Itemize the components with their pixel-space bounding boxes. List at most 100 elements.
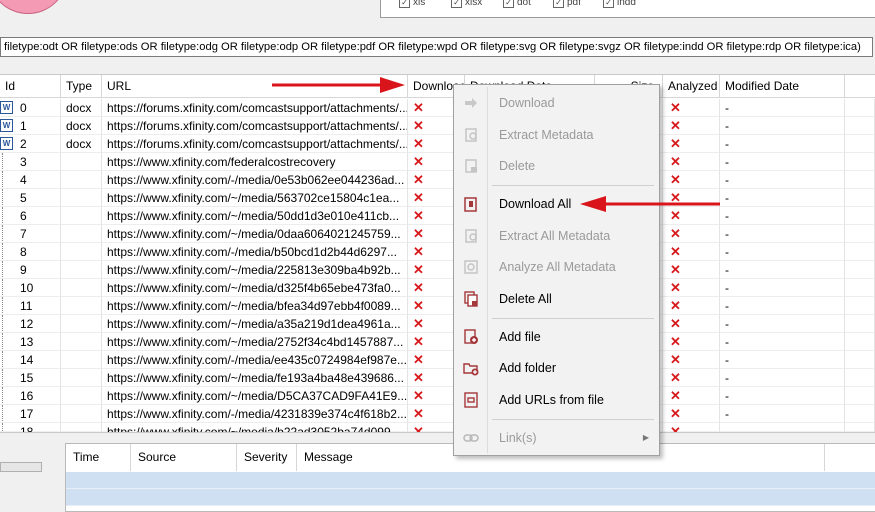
ext-checkbox-xls[interactable]: ✓ xls <box>399 0 425 8</box>
table-row[interactable]: 14 https://www.xfinity.com/-/media/ee435c… <box>0 351 875 369</box>
menu-item-delete-all[interactable]: Delete All <box>454 286 659 312</box>
table-row[interactable]: 15 https://www.xfinity.com/~/media/fe193a… <box>0 369 875 387</box>
tree-line <box>2 261 11 278</box>
table-row[interactable]: W 0 docx https://forums.xfinity.com/comcast… <box>0 99 875 117</box>
cell-url: https://www.xfinity.com/-/media/4231839e… <box>102 405 408 423</box>
cell-filler <box>845 315 875 333</box>
side-panel-scroll[interactable] <box>0 462 42 472</box>
table-row[interactable]: 4 https://www.xfinity.com/-/media/0e53b06… <box>0 171 875 189</box>
cell-type <box>61 261 102 279</box>
cell-url: https://www.xfinity.com/~/media/d325f4b6… <box>102 279 408 297</box>
cell-modified-date: - <box>720 405 845 423</box>
menu-item-label: Add folder <box>499 361 556 375</box>
log-row[interactable] <box>66 489 875 506</box>
menu-item-extract-metadata[interactable]: Extract Metadata <box>454 122 659 148</box>
cell-url: https://www.xfinity.com/~/media/225813e3… <box>102 261 408 279</box>
results-grid[interactable]: Id Type URL Download Download Date Size … <box>0 74 875 441</box>
table-row[interactable]: W 2 docx https://forums.xfinity.com/comcast… <box>0 135 875 153</box>
menu-item-label: Download All <box>499 197 572 211</box>
cell-analyzed: ✕ <box>663 351 720 369</box>
cell-filler <box>845 189 875 207</box>
row-id-text: 10 <box>20 281 34 295</box>
tree-line <box>2 405 11 422</box>
cell-id: 14 <box>0 351 61 369</box>
column-header-analyzed[interactable]: Analyzed <box>663 75 720 98</box>
log-header-source[interactable]: Source <box>131 444 237 471</box>
cell-id: 4 <box>0 171 61 189</box>
delete-icon <box>465 159 477 173</box>
menu-item-analyze-all-metadata[interactable]: Analyze All Metadata <box>454 254 659 280</box>
menu-item-add-folder[interactable]: Add folder <box>454 355 659 381</box>
cell-filler <box>845 279 875 297</box>
checkbox-icon: ✓ <box>451 0 462 8</box>
cell-modified-date: - <box>720 261 845 279</box>
cell-id: 3 <box>0 153 61 171</box>
column-header-type[interactable]: Type <box>61 75 102 98</box>
tree-line <box>2 297 11 314</box>
menu-item-download-all[interactable]: Download All <box>454 191 659 217</box>
table-row[interactable]: 8 https://www.xfinity.com/-/media/b50bcd1… <box>0 243 875 261</box>
cell-type: docx <box>61 117 102 135</box>
ext-checkbox-indd[interactable]: ✓ indd <box>603 0 636 8</box>
checkbox-icon: ✓ <box>603 0 614 8</box>
word-doc-icon: W <box>0 101 13 114</box>
table-row[interactable]: 6 https://www.xfinity.com/~/media/50dd1d3… <box>0 207 875 225</box>
table-row[interactable]: 10 https://www.xfinity.com/~/media/d325f4… <box>0 279 875 297</box>
extract-all-metadata-icon <box>465 229 477 243</box>
word-doc-icon: W <box>0 119 13 132</box>
tree-line <box>2 387 11 404</box>
menu-item-links[interactable]: Link(s) ▶ <box>454 425 659 451</box>
cell-analyzed: ✕ <box>663 99 720 117</box>
cell-analyzed: ✕ <box>663 171 720 189</box>
row-id-text: 5 <box>20 191 27 205</box>
cell-modified-date: - <box>720 225 845 243</box>
table-row[interactable]: 17 https://www.xfinity.com/-/media/423183… <box>0 405 875 423</box>
menu-item-add-file[interactable]: Add file <box>454 324 659 350</box>
cell-filler <box>845 225 875 243</box>
log-header-severity[interactable]: Severity <box>237 444 297 471</box>
table-row[interactable]: 5 https://www.xfinity.com/~/media/563702c… <box>0 189 875 207</box>
log-row[interactable] <box>66 472 875 489</box>
download-arrow-icon <box>465 98 477 108</box>
table-row[interactable]: 7 https://www.xfinity.com/~/media/0daa606… <box>0 225 875 243</box>
column-header-filler <box>845 75 875 98</box>
menu-item-label: Analyze All Metadata <box>499 260 616 274</box>
ext-checkbox-dot[interactable]: ✓ dot <box>503 0 531 8</box>
menu-item-download[interactable]: Download <box>454 90 659 116</box>
table-row[interactable]: 16 https://www.xfinity.com/~/media/D5CA37… <box>0 387 875 405</box>
menu-item-label: Download <box>499 96 555 110</box>
log-header-time[interactable]: Time <box>66 444 131 471</box>
tree-line <box>2 225 11 242</box>
checkbox-icon: ✓ <box>553 0 564 8</box>
tree-line <box>2 171 11 188</box>
cell-analyzed: ✕ <box>663 279 720 297</box>
table-row[interactable]: 11 https://www.xfinity.com/~/media/bfea34… <box>0 297 875 315</box>
cell-modified-date: - <box>720 99 845 117</box>
menu-item-extract-all-metadata[interactable]: Extract All Metadata <box>454 223 659 249</box>
row-id-text: 6 <box>20 209 27 223</box>
menu-item-delete[interactable]: Delete <box>454 153 659 179</box>
cell-url: https://www.xfinity.com/federalcostrecov… <box>102 153 408 171</box>
ext-checkbox-pdf[interactable]: ✓ pdf <box>553 0 581 8</box>
menu-item-add-urls-from-file[interactable]: Add URLs from file <box>454 387 659 413</box>
cell-filler <box>845 171 875 189</box>
cell-filler <box>845 99 875 117</box>
column-header-url[interactable]: URL <box>102 75 408 98</box>
table-row[interactable]: 3 https://www.xfinity.com/federalcostreco… <box>0 153 875 171</box>
table-row[interactable]: 13 https://www.xfinity.com/~/media/2752f3… <box>0 333 875 351</box>
menu-item-label: Delete <box>499 159 536 173</box>
table-row[interactable]: 9 https://www.xfinity.com/~/media/225813e… <box>0 261 875 279</box>
extensions-panel: ✓ xls ✓ xlsx ✓ dot ✓ pdf ✓ indd <box>380 0 875 18</box>
table-row[interactable]: W 1 docx https://forums.xfinity.com/comcast… <box>0 117 875 135</box>
ext-checkbox-xlsx[interactable]: ✓ xlsx <box>451 0 482 8</box>
row-id-text: 8 <box>20 245 27 259</box>
cell-analyzed: ✕ <box>663 261 720 279</box>
column-header-modified-date[interactable]: Modified Date <box>720 75 845 98</box>
table-row[interactable]: 12 https://www.xfinity.com/~/media/a35a21… <box>0 315 875 333</box>
column-header-id[interactable]: Id <box>0 75 61 98</box>
cell-url: https://www.xfinity.com/~/media/a35a219d… <box>102 315 408 333</box>
add-file-icon <box>464 329 478 344</box>
search-query-field[interactable]: filetype:odt OR filetype:ods OR filetype… <box>0 37 873 57</box>
app-logo <box>0 0 68 14</box>
submenu-arrow-icon: ▶ <box>642 433 649 442</box>
